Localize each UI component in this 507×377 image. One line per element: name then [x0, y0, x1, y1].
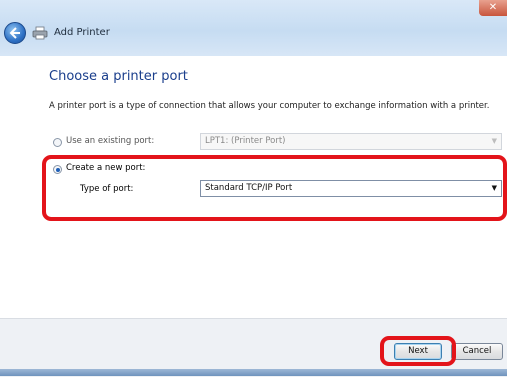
chevron-down-icon: ▼: [491, 137, 497, 145]
back-arrow-icon: [9, 27, 20, 39]
use-existing-port-radio[interactable]: [53, 138, 62, 147]
use-existing-port-label[interactable]: Use an existing port:: [66, 136, 154, 146]
page-description: A printer port is a type of connection t…: [49, 101, 490, 111]
cancel-button[interactable]: Cancel: [451, 343, 503, 360]
next-button-highlight: [380, 336, 456, 366]
new-port-highlight: [42, 155, 507, 221]
existing-port-value: LPT1: (Printer Port): [205, 136, 286, 146]
window-title: Add Printer: [54, 27, 110, 38]
printer-icon: [32, 26, 48, 40]
close-button[interactable]: ✕: [479, 0, 507, 16]
existing-port-select: LPT1: (Printer Port) ▼: [200, 133, 502, 150]
back-button[interactable]: [4, 22, 26, 44]
title-bar: ✕ Add Printer: [0, 0, 507, 56]
add-printer-window: ✕ Add Printer Choose a printer port A pr…: [0, 0, 507, 377]
window-bottom-border: [0, 369, 507, 376]
page-heading: Choose a printer port: [49, 69, 188, 84]
